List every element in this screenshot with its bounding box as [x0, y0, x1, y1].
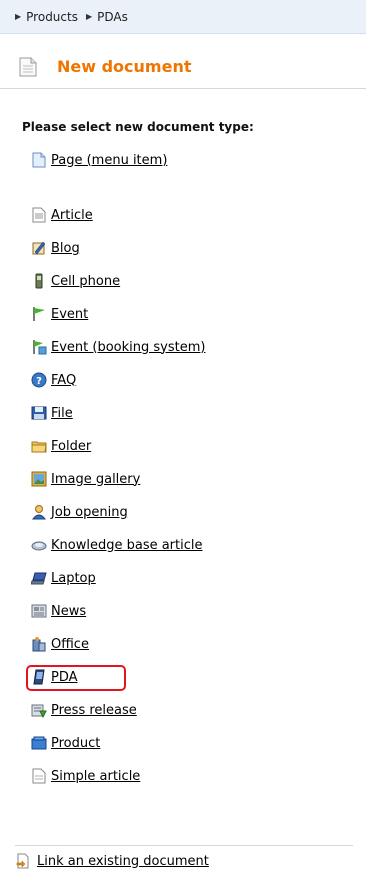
- document-icon: [19, 57, 37, 76]
- doc-type-press-release[interactable]: Press release: [31, 698, 137, 722]
- svg-text:?: ?: [36, 376, 42, 387]
- breadcrumb-arrow-icon: ▶: [15, 12, 22, 21]
- press-release-icon: [31, 704, 47, 718]
- doc-type-label: File: [51, 405, 73, 421]
- doc-type-label: Laptop: [51, 570, 96, 586]
- blog-icon: [32, 241, 46, 255]
- breadcrumb-label: PDAs: [97, 9, 128, 24]
- select-type-prompt: Please select new document type:: [22, 120, 254, 134]
- doc-type-page-menu-item[interactable]: Page (menu item): [31, 148, 167, 172]
- link-existing-label: Link an existing document: [37, 853, 209, 869]
- article-icon: [32, 207, 46, 223]
- doc-type-label: Office: [51, 636, 89, 652]
- doc-type-label: Folder: [51, 438, 92, 454]
- breadcrumb-arrow-icon: ▶: [85, 12, 93, 21]
- product-icon: [31, 736, 47, 750]
- office-icon: [32, 637, 46, 652]
- doc-type-product[interactable]: Product: [31, 731, 100, 755]
- doc-type-job-opening[interactable]: Job opening: [31, 500, 128, 524]
- page-title: New document: [57, 57, 192, 76]
- breadcrumb-label: Products: [26, 9, 78, 24]
- page-header: New document: [0, 45, 366, 89]
- doc-type-label: Article: [51, 207, 93, 223]
- breadcrumb-item-pdas[interactable]: ▶ PDAs: [86, 10, 128, 24]
- doc-type-label: Product: [51, 735, 101, 751]
- doc-type-label: Knowledge base article: [51, 537, 203, 553]
- doc-type-image-gallery[interactable]: Image gallery: [31, 467, 140, 491]
- page-icon: [32, 152, 46, 168]
- event-flag-icon: [33, 307, 45, 321]
- doc-type-faq[interactable]: ? FAQ: [31, 368, 76, 392]
- news-icon: [31, 604, 47, 618]
- doc-type-label: Press release: [51, 702, 137, 718]
- doc-type-label: Simple article: [51, 768, 141, 784]
- event-booking-icon: [33, 340, 47, 355]
- link-existing-document-link[interactable]: Link an existing document: [15, 850, 209, 872]
- link-document-icon: [16, 853, 29, 869]
- doc-type-cell-phone[interactable]: Cell phone: [31, 269, 120, 293]
- footer-divider: [15, 845, 353, 846]
- doc-type-label: Event (booking system): [51, 339, 206, 355]
- doc-type-label: News: [51, 603, 87, 619]
- doc-type-file[interactable]: File: [31, 401, 73, 425]
- doc-type-label: Cell phone: [51, 273, 121, 289]
- doc-type-blog[interactable]: Blog: [31, 236, 80, 260]
- doc-type-news[interactable]: News: [31, 599, 86, 623]
- doc-type-folder[interactable]: Folder: [31, 434, 91, 458]
- knowledge-base-icon: [31, 541, 47, 551]
- file-icon: [31, 406, 47, 420]
- breadcrumb: ▶ Products ▶ PDAs: [0, 0, 366, 34]
- doc-type-event-booking-system[interactable]: Event (booking system): [31, 335, 205, 359]
- breadcrumb-item-products[interactable]: ▶ Products: [15, 10, 78, 24]
- laptop-icon: [31, 572, 47, 585]
- doc-type-label: Blog: [51, 240, 80, 256]
- doc-type-event[interactable]: Event: [31, 302, 88, 326]
- faq-icon: ?: [31, 372, 47, 388]
- job-opening-icon: [31, 505, 47, 520]
- doc-type-simple-article[interactable]: Simple article: [31, 764, 140, 788]
- doc-type-label: FAQ: [51, 372, 77, 388]
- cell-phone-icon: [35, 273, 43, 289]
- folder-icon: [31, 441, 47, 453]
- doc-type-label: Page (menu item): [51, 152, 168, 168]
- doc-type-label: Job opening: [51, 504, 128, 520]
- image-gallery-icon: [31, 471, 47, 487]
- pda-highlight-box: [26, 665, 126, 691]
- doc-type-article[interactable]: Article: [31, 203, 93, 227]
- doc-type-label: Image gallery: [51, 471, 141, 487]
- doc-type-office[interactable]: Office: [31, 632, 89, 656]
- doc-type-label: Event: [51, 306, 89, 322]
- doc-type-knowledge-base-article[interactable]: Knowledge base article: [31, 533, 203, 557]
- doc-type-laptop[interactable]: Laptop: [31, 566, 96, 590]
- simple-article-icon: [32, 768, 46, 784]
